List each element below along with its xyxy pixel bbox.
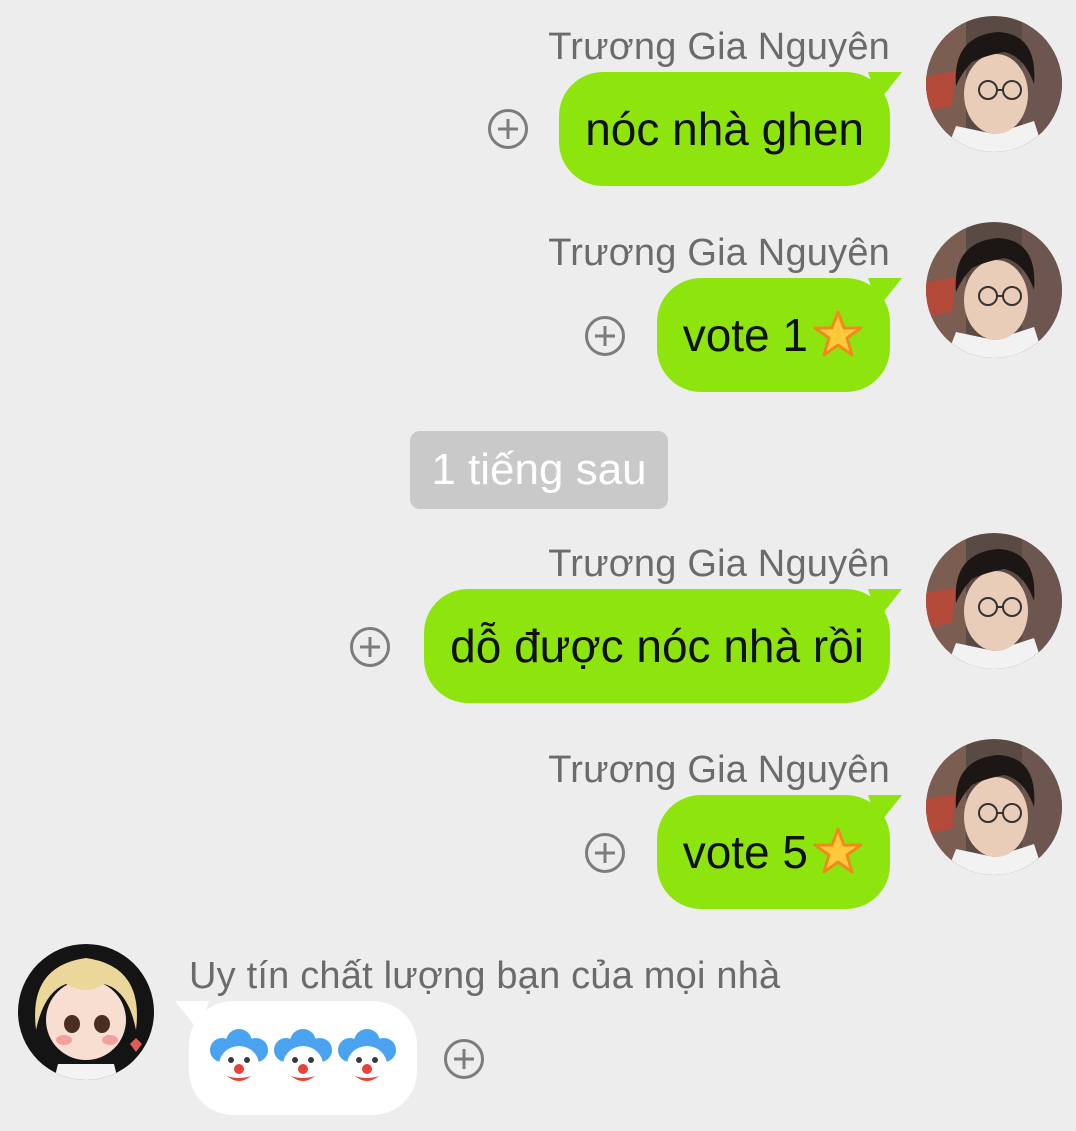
avatar[interactable] [926,533,1062,669]
plus-circle-icon[interactable] [585,833,625,873]
sender-name: Trương Gia Nguyên [548,543,890,585]
clown-face-icon [209,1028,269,1088]
message-text: dỗ được nóc nhà rồi [450,620,864,672]
sender-name: Trương Gia Nguyên [548,26,890,68]
message-bubble[interactable]: nóc nhà ghen [559,72,890,186]
message-bubble[interactable]: dỗ được nóc nhà rồi [424,589,890,703]
sender-name: Uy tín chất lượng bạn của mọi nhà [189,955,781,997]
sender-name: Trương Gia Nguyên [548,749,890,791]
avatar[interactable] [926,739,1062,875]
message-bubble[interactable]: vote 1 [656,278,890,392]
message-text: nóc nhà ghen [585,103,864,155]
avatar[interactable] [926,16,1062,152]
plus-circle-icon[interactable] [350,627,390,667]
star-icon [812,309,864,361]
avatar[interactable] [926,222,1062,358]
time-divider: 1 tiếng sau [410,431,668,509]
message-bubble[interactable] [189,1001,417,1115]
star-icon [812,826,864,878]
message-text: vote 1 [682,309,808,361]
message-bubble[interactable]: vote 5 [656,795,890,909]
plus-circle-icon[interactable] [585,316,625,356]
sender-name: Trương Gia Nguyên [548,232,890,274]
plus-circle-icon[interactable] [444,1039,484,1079]
avatar[interactable] [18,944,154,1080]
clown-face-icon [273,1028,333,1088]
message-text: vote 5 [682,826,808,878]
plus-circle-icon[interactable] [488,109,528,149]
clown-face-icon [337,1028,397,1088]
